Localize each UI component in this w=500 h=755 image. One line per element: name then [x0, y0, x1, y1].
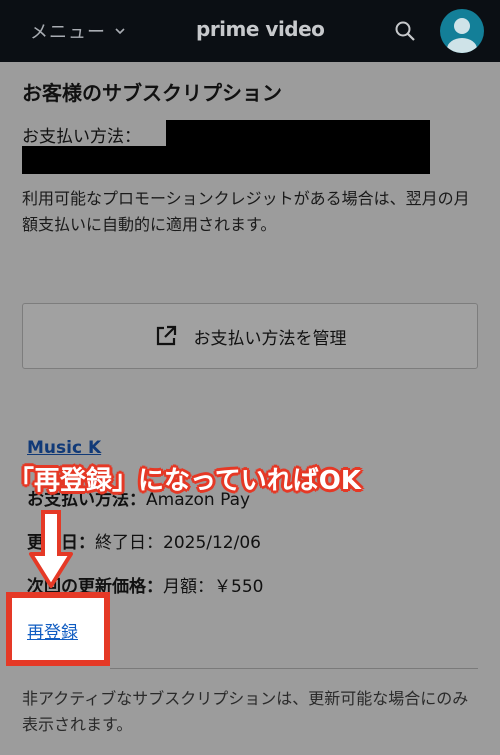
- manage-payment-label: お支払い方法を管理: [193, 328, 347, 349]
- page-title: お客様のサブスクリプション: [22, 81, 282, 105]
- user-icon: [447, 18, 477, 53]
- subscription-name-link[interactable]: Music K: [27, 438, 101, 458]
- next-price-value: 月額：￥550: [163, 577, 264, 597]
- annotation-callout: 「再登録」になっていればOK: [8, 466, 361, 496]
- redacted-block: [22, 146, 430, 174]
- down-arrow-icon: [29, 510, 73, 588]
- reregister-link[interactable]: 再登録: [27, 618, 78, 643]
- promo-credit-note: 利用可能なプロモーションクレジットがある場合は、翌月の月額支払いに自動的に適用さ…: [22, 189, 470, 234]
- renewal-date-value: 終了日：2025/12/06: [95, 533, 261, 553]
- manage-payment-button[interactable]: お支払い方法を管理: [22, 303, 478, 369]
- top-nav-bar: メニュー prime video: [0, 0, 500, 62]
- avatar[interactable]: [440, 9, 484, 53]
- menu-button[interactable]: メニュー: [30, 18, 126, 44]
- divider: [110, 668, 478, 669]
- menu-label: メニュー: [30, 22, 106, 43]
- prime-video-logo[interactable]: prime video: [196, 17, 325, 41]
- search-icon[interactable]: [393, 19, 417, 43]
- payment-method-label: お支払い方法：: [22, 127, 141, 147]
- external-link-icon: [156, 325, 176, 346]
- redacted-block: [166, 120, 430, 146]
- chevron-down-icon: [115, 28, 125, 35]
- inactive-subscription-note: 非アクティブなサブスクリプションは、更新可能な場合にのみ表示されます。: [22, 689, 469, 734]
